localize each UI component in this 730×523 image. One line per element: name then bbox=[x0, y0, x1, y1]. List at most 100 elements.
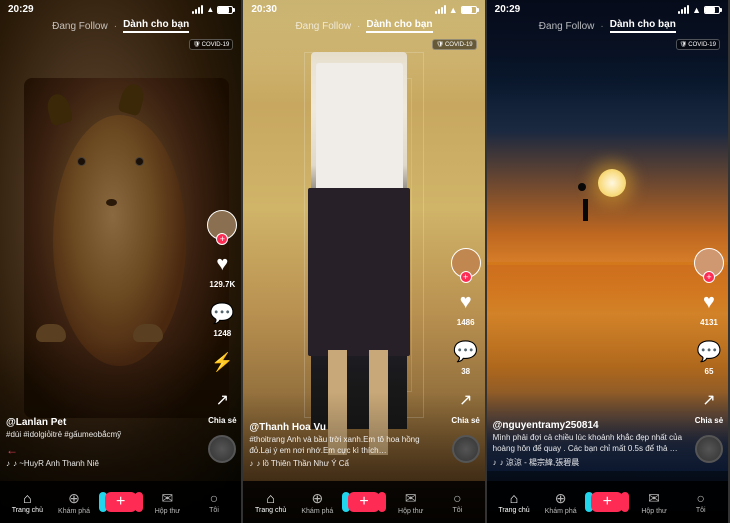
nav-foryou-2[interactable]: Dành cho bạn bbox=[366, 19, 432, 33]
explore-icon-3: ⊕ bbox=[555, 490, 567, 507]
inbox-icon-1: ✉ bbox=[161, 490, 173, 507]
comment-action-1[interactable]: 💬 1248 bbox=[208, 299, 236, 338]
username-3[interactable]: @nguyentramy250814 bbox=[493, 420, 684, 431]
follow-plus-3[interactable]: + bbox=[703, 271, 715, 283]
bottom-info-3: @nguyentramy250814 Mình phải đợi cả chiề… bbox=[493, 420, 684, 468]
music-row-2: ♪ ♪ lồ Thiên Thần Như Ý Cẩ bbox=[249, 459, 440, 468]
like-count-3: 4131 bbox=[700, 318, 718, 327]
nav-add-3[interactable]: + bbox=[584, 492, 631, 512]
nav-home-3[interactable]: ⌂ Trang chủ bbox=[491, 490, 538, 514]
nav-foryou-3[interactable]: Dành cho bạn bbox=[610, 19, 676, 33]
avatar-2[interactable]: + bbox=[451, 248, 481, 278]
nav-home-2[interactable]: ⌂ Trang chủ bbox=[247, 490, 294, 514]
status-bar-1: 20:29 ▲ bbox=[0, 0, 241, 17]
covid-badge-1: 🛡 COVID-19 bbox=[189, 39, 233, 50]
wifi-icon-2: ▲ bbox=[449, 5, 458, 15]
comment-count-2: 38 bbox=[461, 367, 470, 376]
panel-1-overlay: 20:29 ▲ Đang Follow · Dành cho bạn 🛡 COV… bbox=[0, 0, 241, 523]
bottom-info-1: @Lanlan Pet #dúi #idolgiỏitrẻ #gấumeobắc… bbox=[6, 417, 197, 468]
comment-icon-2: 💬 bbox=[452, 337, 480, 365]
nav-foryou-1[interactable]: Dành cho bạn bbox=[123, 19, 189, 33]
music-row-1: ♪ ♪ ~HuyR Anh Thanh Niê bbox=[6, 459, 197, 468]
nav-profile-3[interactable]: ○ Tôi bbox=[677, 490, 724, 514]
home-icon-2: ⌂ bbox=[266, 490, 274, 506]
share-label-3: Chia sẻ bbox=[695, 416, 723, 425]
nav-add-1[interactable]: + bbox=[97, 492, 144, 512]
caption-3: Mình phải đợi cả chiều lúc khoảnh khắc đ… bbox=[493, 433, 684, 454]
bar4 bbox=[201, 5, 203, 14]
avatar-3[interactable]: + bbox=[694, 248, 724, 278]
shield-icon-1: 🛡 bbox=[193, 41, 201, 48]
nav-add-2[interactable]: + bbox=[341, 492, 388, 512]
nav-profile-1[interactable]: ○ Tôi bbox=[191, 490, 238, 514]
share-action-1[interactable]: ↗ Chia sẻ bbox=[208, 386, 236, 425]
music-note-2: ♪ bbox=[249, 459, 253, 468]
bottom-info-2: @Thanh Hoa Vu #thoitrang Anh và bầu trời… bbox=[249, 422, 440, 468]
right-actions-1: + ♥ 129.7K 💬 1248 ⚡ ↗ Chia sẻ bbox=[207, 210, 237, 463]
home-icon-3: ⌂ bbox=[510, 490, 518, 506]
comment-count-1: 1248 bbox=[213, 329, 231, 338]
inbox-icon-3: ✉ bbox=[648, 490, 660, 507]
battery-1 bbox=[217, 6, 233, 14]
nav-explore-2[interactable]: ⊕ Khám phá bbox=[294, 490, 341, 515]
nav-explore-3[interactable]: ⊕ Khám phá bbox=[537, 490, 584, 515]
like-action-3[interactable]: ♥ 4131 bbox=[695, 288, 723, 327]
heart-icon-2: ♥ bbox=[452, 288, 480, 316]
right-actions-2: + ♥ 1486 💬 38 ↗ Chia sẻ bbox=[451, 248, 481, 463]
username-1[interactable]: @Lanlan Pet bbox=[6, 417, 197, 428]
main-content-1: + ♥ 129.7K 💬 1248 ⚡ ↗ Chia sẻ bbox=[0, 35, 241, 523]
like-action-1[interactable]: ♥ 129.7K bbox=[208, 250, 236, 289]
panel-2-overlay: 20:30 ▲ Đang Follow · Dành cho bạn 🛡 COV… bbox=[243, 0, 484, 523]
username-2[interactable]: @Thanh Hoa Vu bbox=[249, 422, 440, 433]
time-1: 20:29 bbox=[8, 4, 34, 15]
comment-action-3[interactable]: 💬 65 bbox=[695, 337, 723, 376]
nav-divider-2: · bbox=[357, 21, 360, 32]
like-action-2[interactable]: ♥ 1486 bbox=[452, 288, 480, 327]
shield-icon-3: 🛡 bbox=[680, 41, 688, 48]
comment-count-3: 65 bbox=[705, 367, 714, 376]
like-count-1: 129.7K bbox=[209, 280, 235, 289]
music-text-3: ♪ 涼涼 - 楊宗緯,張碧晨 bbox=[500, 457, 580, 468]
follow-plus-1[interactable]: + bbox=[216, 233, 228, 245]
bottom-nav-1: ⌂ Trang chủ ⊕ Khám phá + ✉ Hộp thư ○ Tôi bbox=[0, 481, 241, 523]
follow-plus-2[interactable]: + bbox=[460, 271, 472, 283]
phone-panel-2: 20:30 ▲ Đang Follow · Dành cho bạn 🛡 COV… bbox=[243, 0, 486, 523]
nav-follow-2[interactable]: Đang Follow bbox=[295, 21, 351, 32]
messenger-action-1[interactable]: ⚡ bbox=[208, 348, 236, 376]
vinyl-action-1 bbox=[208, 435, 236, 463]
add-btn-3[interactable]: + bbox=[591, 492, 623, 512]
covid-badge-3: 🛡 COVID-19 bbox=[676, 39, 720, 50]
share-action-2[interactable]: ↗ Chia sẻ bbox=[451, 386, 479, 425]
nav-inbox-3[interactable]: ✉ Hộp thư bbox=[631, 490, 678, 515]
battery-2 bbox=[461, 6, 477, 14]
signal-bars-2 bbox=[435, 5, 446, 14]
nav-inbox-1[interactable]: ✉ Hộp thư bbox=[144, 490, 191, 515]
right-actions-3: + ♥ 4131 💬 65 ↗ Chia sẻ bbox=[694, 248, 724, 463]
inbox-icon-2: ✉ bbox=[405, 490, 417, 507]
arrow-icon-1: ← bbox=[6, 443, 197, 457]
nav-profile-2[interactable]: ○ Tôi bbox=[434, 490, 481, 514]
add-btn-2[interactable]: + bbox=[348, 492, 380, 512]
main-content-2: + ♥ 1486 💬 38 ↗ Chia sẻ bbox=[243, 35, 484, 523]
heart-icon-1: ♥ bbox=[208, 250, 236, 278]
nav-divider-3: · bbox=[600, 21, 603, 32]
nav-follow-1[interactable]: Đang Follow bbox=[52, 21, 108, 32]
top-nav-1: Đang Follow · Dành cho bạn 🛡 COVID-19 bbox=[0, 17, 241, 35]
caption-2: #thoitrang Anh và bầu trời xanh.Em tô ho… bbox=[249, 435, 440, 456]
nav-home-1[interactable]: ⌂ Trang chủ bbox=[4, 490, 51, 514]
nav-inbox-2[interactable]: ✉ Hộp thư bbox=[387, 490, 434, 515]
wifi-icon-1: ▲ bbox=[206, 5, 214, 14]
vinyl-icon-2 bbox=[452, 435, 480, 463]
avatar-1[interactable]: + bbox=[207, 210, 237, 240]
home-icon-1: ⌂ bbox=[23, 490, 31, 506]
battery-3 bbox=[704, 6, 720, 14]
nav-follow-3[interactable]: Đang Follow bbox=[539, 21, 595, 32]
top-nav-2: Đang Follow · Dành cho bạn 🛡 COVID-19 bbox=[243, 17, 484, 35]
share-action-3[interactable]: ↗ Chia sẻ bbox=[695, 386, 723, 425]
nav-explore-1[interactable]: ⊕ Khám phá bbox=[51, 490, 98, 515]
nav-divider-1: · bbox=[114, 21, 117, 32]
profile-icon-3: ○ bbox=[696, 490, 704, 506]
comment-action-2[interactable]: 💬 38 bbox=[452, 337, 480, 376]
vinyl-icon-3 bbox=[695, 435, 723, 463]
add-btn-1[interactable]: + bbox=[105, 492, 137, 512]
